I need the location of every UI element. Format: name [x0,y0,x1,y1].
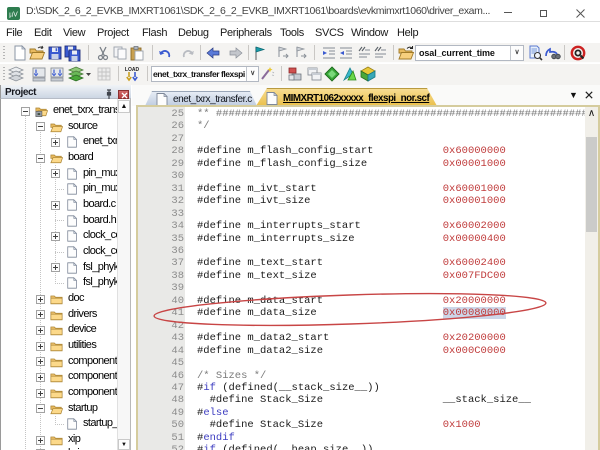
svg-text:µV: µV [9,12,18,19]
